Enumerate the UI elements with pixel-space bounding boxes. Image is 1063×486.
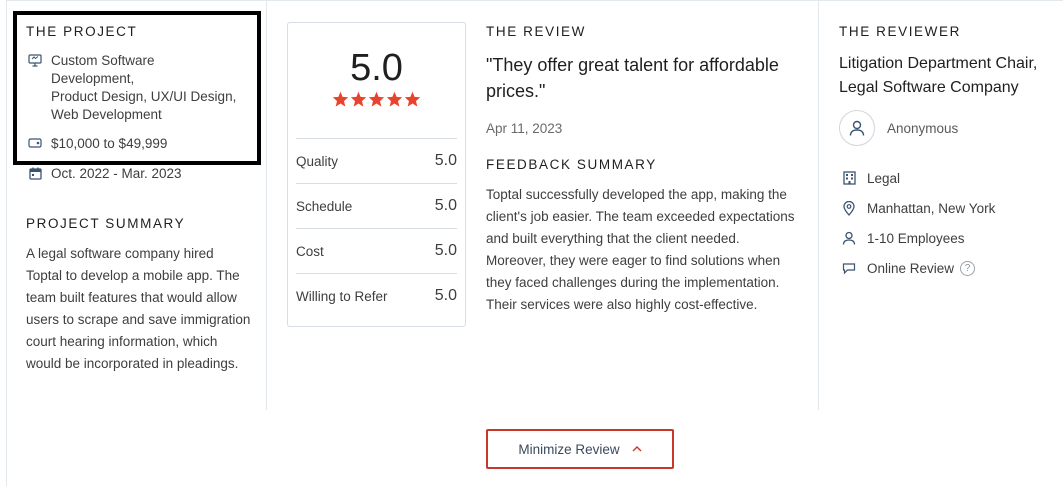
minimize-review-button[interactable]: Minimize Review xyxy=(486,429,674,469)
location-pin-icon xyxy=(841,200,857,216)
feedback-text: Toptal successfully developed the app, m… xyxy=(486,187,795,312)
star-icon xyxy=(332,91,349,107)
chevron-up-icon xyxy=(632,446,642,452)
company-size-text: 1-10 Employees xyxy=(867,230,965,246)
help-icon[interactable]: ? xyxy=(960,260,976,276)
overall-score: 5.0 xyxy=(350,47,403,89)
rating-label: Willing to Refer xyxy=(296,288,388,304)
reviewer-name: Anonymous xyxy=(887,121,959,136)
reviewer-industry: Legal xyxy=(841,170,900,186)
star-rating xyxy=(288,91,465,112)
reviewer-review-type: Online Review ? xyxy=(841,260,976,276)
rating-row-quality: Quality 5.0 xyxy=(296,138,457,183)
star-icon xyxy=(404,91,421,107)
rating-row-cost: Cost 5.0 xyxy=(296,228,457,273)
reviewer-location: Manhattan, New York xyxy=(841,200,995,216)
rating-value: 5.0 xyxy=(434,152,457,169)
rating-value: 5.0 xyxy=(434,197,457,214)
review-quote: "They offer great talent for affordable … xyxy=(486,55,779,101)
review-heading: THE REVIEW xyxy=(486,24,587,39)
industry-text: Legal xyxy=(867,170,901,186)
rating-label: Quality xyxy=(296,153,339,169)
project-dates-text: Oct. 2022 - Mar. 2023 xyxy=(51,166,182,181)
star-icon xyxy=(350,91,367,107)
summary-heading: PROJECT SUMMARY xyxy=(26,216,186,231)
rating-value: 5.0 xyxy=(434,287,457,304)
reviewer-heading: THE REVIEWER xyxy=(839,24,961,39)
star-icon xyxy=(368,91,385,107)
minimize-review-label: Minimize Review xyxy=(518,441,620,457)
review-date: Apr 11, 2023 xyxy=(486,121,563,136)
project-dates: Oct. 2022 - Mar. 2023 xyxy=(26,165,182,183)
calendar-icon xyxy=(26,165,44,183)
column-divider xyxy=(818,0,819,410)
review-type-text: Online Review xyxy=(867,260,955,276)
user-icon xyxy=(849,120,865,136)
reviewer-size: 1-10 Employees xyxy=(841,230,965,246)
rating-label: Cost xyxy=(296,243,324,259)
rating-row-willing-to-refer: Willing to Refer 5.0 xyxy=(296,273,457,318)
reviewer-title: Litigation Department Chair, Legal Softw… xyxy=(839,55,1038,96)
score-card: 5.0 Quality 5.0 Schedule 5.0 Cost 5.0 Wi… xyxy=(287,22,466,327)
star-icon xyxy=(386,91,403,107)
feedback-heading: FEEDBACK SUMMARY xyxy=(486,157,657,172)
rating-row-schedule: Schedule 5.0 xyxy=(296,183,457,228)
highlight-box xyxy=(13,11,261,165)
avatar xyxy=(839,110,875,146)
location-text: Manhattan, New York xyxy=(867,200,996,216)
rating-value: 5.0 xyxy=(434,242,457,259)
summary-text: A legal software company hired Toptal to… xyxy=(26,246,251,371)
rating-label: Schedule xyxy=(296,198,353,214)
user-icon xyxy=(841,230,857,246)
building-icon xyxy=(841,170,857,186)
chat-bubble-icon xyxy=(841,260,857,276)
column-divider xyxy=(266,0,267,410)
